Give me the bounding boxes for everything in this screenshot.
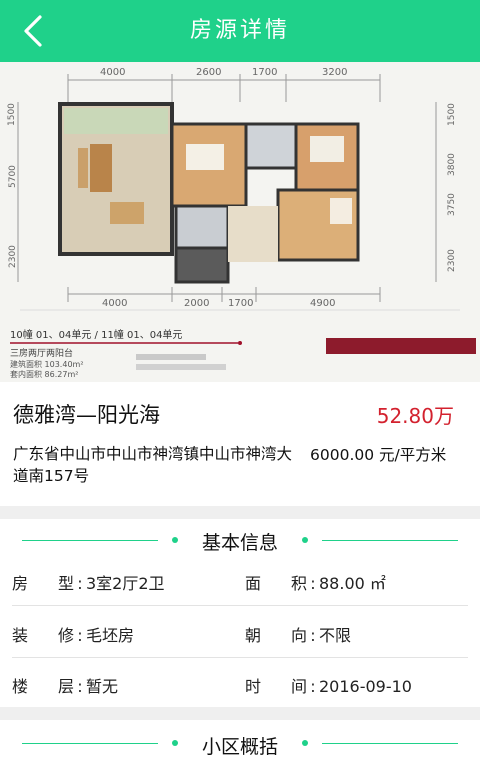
dim-bottom-1: 4000: [102, 298, 127, 309]
community-title: 小区概括: [201, 736, 278, 758]
row-divider: [12, 657, 468, 658]
header-line-right: [322, 743, 458, 744]
layout-label: 房 型: [12, 574, 74, 593]
decoration-value: 毛坯房: [86, 626, 135, 645]
header-dot-right: [302, 537, 308, 543]
floor-value: 暂无: [86, 677, 119, 696]
area-label: 面 积: [245, 574, 307, 593]
header-line-right: [322, 540, 458, 541]
area-value: 88.00 ㎡: [319, 574, 386, 593]
dim-top-3: 1700: [252, 67, 277, 78]
top-bar: 房源详情: [0, 0, 480, 62]
orientation-field: 朝 向: 不限: [245, 622, 351, 646]
plan-caption-units: 10幢 01、04单元 / 11幢 01、04单元: [10, 328, 182, 341]
unit-price: 6000.00 元/平方米: [310, 446, 447, 464]
dim-bottom-4: 4900: [310, 298, 335, 309]
dim-bottom-3: 1700: [228, 298, 253, 309]
plan-caption-type: 三房两厅两阳台: [10, 347, 73, 359]
header-dot-right: [302, 740, 308, 746]
time-label: 时 间: [245, 677, 307, 696]
basic-info-title: 基本信息: [201, 532, 278, 554]
dim-right-4: 2300: [447, 249, 457, 272]
property-price: 52.80万: [376, 404, 454, 428]
property-address: 广东省中山市中山市神湾镇中山市神湾大道南157号: [13, 445, 293, 485]
orientation-label: 朝 向: [245, 626, 307, 645]
property-info: 德雅湾—阳光海 52.80万 广东省中山市中山市神湾镇中山市神湾大道南157号 …: [0, 382, 480, 506]
dim-top-4: 3200: [322, 67, 347, 78]
decoration-label: 装 修: [12, 626, 74, 645]
row-divider: [12, 605, 468, 606]
dim-right-3: 3750: [447, 193, 457, 216]
layout-field: 房 型:3室2厅2卫: [12, 570, 165, 594]
floor-plan-drawing: 4000 2600 1700 3200 4000 2000 1700 4900 …: [0, 62, 480, 382]
time-field: 时 间:2016-09-10: [245, 673, 412, 697]
plan-caption-area: 建筑面积 103.40m²: [10, 359, 84, 369]
plan-caption-inner-area: 套内面积 86.27m²: [10, 369, 78, 379]
area-field: 面 积:88.00 ㎡: [245, 570, 386, 594]
decoration-field: 装 修: 毛坯房: [12, 622, 134, 646]
dim-left-3: 2300: [8, 245, 18, 268]
dim-left-1: 1500: [7, 103, 17, 126]
dim-right-2: 3800: [447, 153, 457, 176]
community-header: 小区概括: [0, 720, 480, 759]
orientation-value: 不限: [319, 626, 352, 645]
page-title: 房源详情: [189, 18, 290, 43]
basic-info-section: 基本信息 房 型:3室2厅2卫 面 积:88.00 ㎡ 装 修: 毛坯房 朝 向:…: [0, 519, 480, 707]
floor-label: 楼 层: [12, 677, 74, 696]
dim-right-1: 1500: [447, 103, 457, 126]
floor-field: 楼 层: 暂无: [12, 673, 118, 697]
time-value: 2016-09-10: [319, 677, 412, 696]
community-section: 小区概括: [0, 720, 480, 759]
dim-top-1: 4000: [100, 67, 125, 78]
dim-top-2: 2600: [196, 67, 221, 78]
property-name: 德雅湾—阳光海: [13, 403, 160, 427]
basic-info-header: 基本信息: [0, 519, 480, 561]
dim-bottom-2: 2000: [184, 298, 209, 309]
dim-left-2: 5700: [8, 165, 18, 188]
floor-plan-image[interactable]: 4000 2600 1700 3200 4000 2000 1700 4900 …: [0, 62, 480, 382]
layout-value: 3室2厅2卫: [86, 574, 165, 593]
